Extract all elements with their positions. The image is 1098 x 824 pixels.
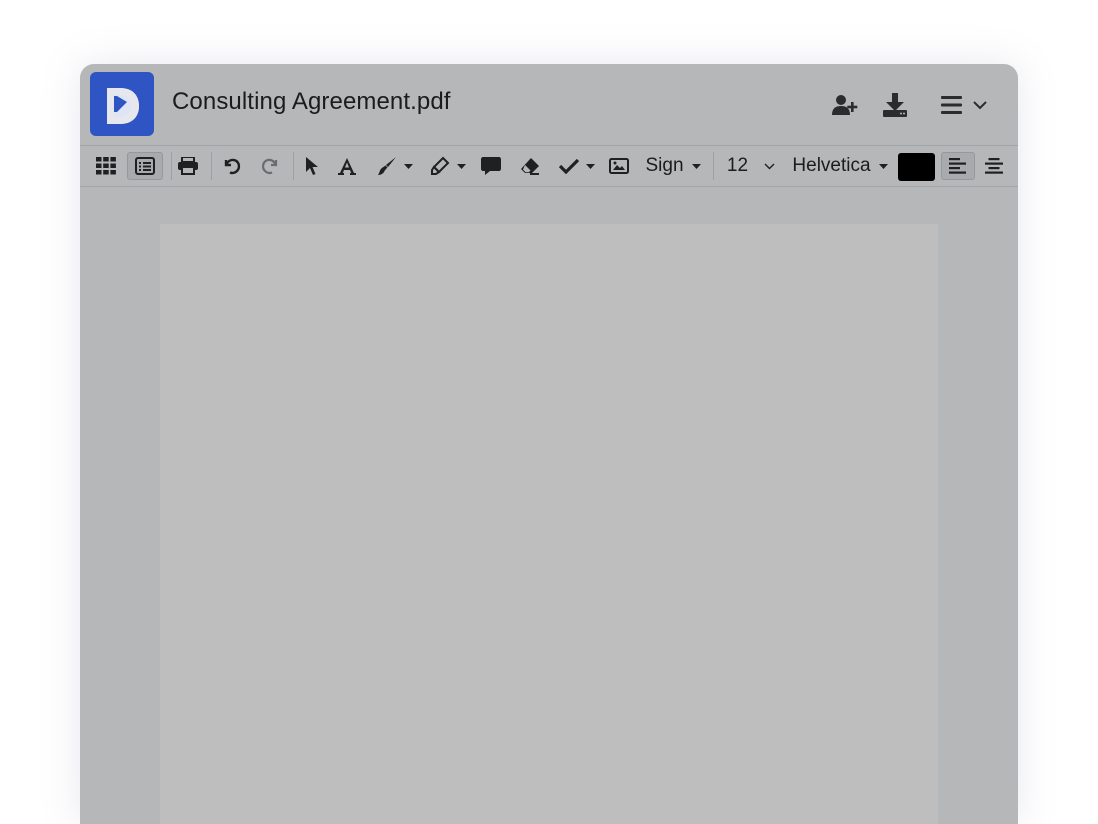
editing-toolbar: Sign 12 Helvetica: [80, 145, 1018, 187]
toolbar-divider: [171, 152, 172, 180]
chevron-down-icon: [973, 100, 987, 110]
document-title: Consulting Agreement.pdf: [172, 88, 451, 115]
font-size-select[interactable]: 12: [722, 146, 780, 186]
comment-tool-button[interactable]: [480, 146, 502, 186]
pdf-page[interactable]: [160, 224, 938, 824]
add-user-button[interactable]: [830, 90, 860, 120]
caret-down-icon: [691, 163, 701, 169]
undo-icon: [222, 156, 242, 176]
caret-down-icon: [586, 163, 595, 169]
font-size-value: 12: [726, 155, 749, 176]
pen-tool-button[interactable]: [372, 146, 418, 186]
main-menu-button[interactable]: [936, 90, 992, 120]
font-family-dropdown[interactable]: Helvetica: [788, 146, 892, 186]
toolbar-divider: [293, 152, 294, 180]
print-button[interactable]: [176, 146, 200, 186]
toolbar-divider: [211, 152, 212, 180]
redo-button[interactable]: [258, 146, 282, 186]
align-left-icon: [949, 158, 967, 174]
list-view-button[interactable]: [127, 152, 163, 180]
align-left-button[interactable]: [941, 152, 975, 180]
menu-icon: [941, 95, 963, 115]
grid-view-button[interactable]: [92, 146, 120, 186]
print-icon: [178, 157, 198, 175]
highlighter-tool-button[interactable]: [426, 146, 470, 186]
image-tool-button[interactable]: [607, 146, 631, 186]
sign-label: Sign: [645, 155, 684, 176]
select-tool-button[interactable]: [302, 146, 322, 186]
pen-icon: [377, 156, 397, 176]
download-icon: [882, 92, 908, 118]
download-button[interactable]: [880, 90, 910, 120]
pdf-editor-window: Consulting Agreement.pdf Sign 12 Helveti…: [80, 64, 1018, 824]
text-color-swatch[interactable]: [898, 153, 935, 181]
add-user-icon: [832, 94, 858, 116]
caret-down-icon: [457, 163, 466, 169]
app-logo-icon[interactable]: [90, 72, 154, 136]
comment-icon: [481, 156, 501, 176]
document-canvas[interactable]: [80, 186, 1018, 824]
align-center-button[interactable]: [982, 146, 1006, 186]
highlighter-icon: [430, 156, 450, 176]
sign-dropdown[interactable]: Sign: [642, 146, 704, 186]
font-family-value: Helvetica: [792, 155, 871, 176]
grid-view-icon: [96, 157, 116, 175]
list-view-icon: [135, 157, 155, 175]
eraser-icon: [520, 157, 540, 175]
caret-down-icon: [404, 163, 413, 169]
chevron-down-icon: [764, 163, 775, 170]
align-center-icon: [985, 158, 1003, 174]
text-tool-icon: [338, 157, 356, 175]
toolbar-divider: [713, 152, 714, 180]
pointer-icon: [305, 156, 319, 176]
caret-down-icon: [878, 163, 888, 169]
text-tool-button[interactable]: [336, 146, 358, 186]
title-bar: Consulting Agreement.pdf: [80, 64, 1018, 145]
undo-button[interactable]: [220, 146, 244, 186]
checkmark-icon: [559, 158, 579, 174]
eraser-tool-button[interactable]: [518, 146, 542, 186]
checkmark-tool-button[interactable]: [554, 146, 600, 186]
redo-icon: [260, 156, 280, 176]
image-icon: [609, 158, 629, 174]
